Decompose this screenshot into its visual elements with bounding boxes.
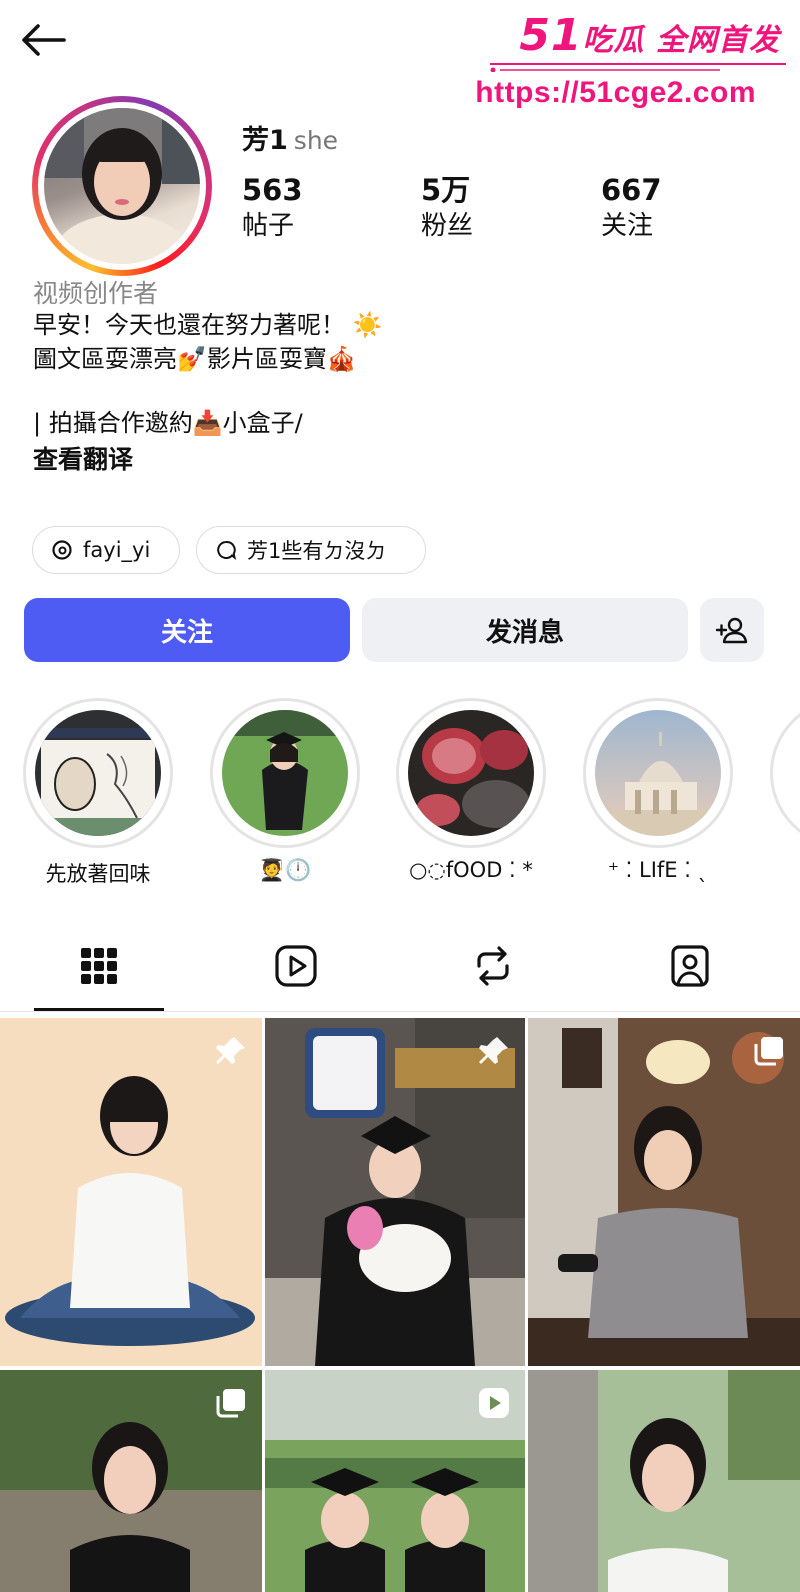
tab-reposts[interactable] bbox=[428, 936, 558, 996]
post-thumbnail[interactable] bbox=[528, 1370, 800, 1592]
highlight-cover bbox=[408, 710, 534, 836]
following-count: 667 bbox=[601, 173, 662, 207]
divider bbox=[0, 1011, 800, 1012]
pin-icon bbox=[216, 1037, 245, 1064]
post-thumbnail[interactable] bbox=[265, 1018, 525, 1366]
pin-icon bbox=[479, 1037, 508, 1064]
reposts-icon bbox=[477, 946, 509, 986]
posts-count: 563 bbox=[242, 173, 303, 207]
post-thumbnail[interactable] bbox=[528, 1018, 800, 1366]
highlight-item[interactable]: 🧑‍🎓🕛 bbox=[210, 698, 360, 883]
highlight-label: 先放著回味 bbox=[45, 862, 151, 886]
arrow-left-icon bbox=[22, 24, 66, 56]
channel-chip[interactable]: 芳1些有ㄉ沒ㄉ bbox=[196, 526, 426, 574]
highlight-label: ⁺ ⁚ LIfE ⁚ ˎ bbox=[607, 858, 709, 882]
profile-name: 芳1 she bbox=[242, 118, 338, 157]
posts-label: 帖子 bbox=[242, 211, 295, 241]
pronoun: she bbox=[293, 126, 339, 155]
bio-line: 圖文區耍漂亮💅影片區耍寶🎪 bbox=[33, 345, 357, 373]
post-thumbnail[interactable] bbox=[0, 1018, 262, 1366]
posts-stat[interactable]: 563 帖子 bbox=[242, 172, 382, 244]
carousel-icon bbox=[216, 1389, 245, 1418]
watermark-url: https://51cge2.com bbox=[475, 76, 756, 109]
suggest-users-button[interactable] bbox=[700, 598, 764, 662]
post-thumbnail[interactable] bbox=[0, 1370, 262, 1592]
highlight-item[interactable]: 先放著回味 bbox=[23, 698, 173, 888]
chat-bubble-icon bbox=[217, 540, 237, 561]
channel-chip-label: 芳1些有ㄉ沒ㄉ bbox=[247, 539, 387, 563]
bio-line: | 拍攝合作邀約📥小盒子/ bbox=[33, 409, 303, 437]
highlight-label: 🧑‍🎓🕛 bbox=[258, 858, 312, 882]
highlight-item[interactable]: ○◌fOOD ⁚ * bbox=[396, 698, 546, 882]
followers-stat[interactable]: 5万 粉丝 bbox=[421, 172, 561, 244]
avatar bbox=[44, 108, 200, 264]
bio-line: 早安！今天也還在努力著呢！ ☀️ bbox=[33, 311, 383, 339]
followers-count: 5万 bbox=[421, 173, 471, 207]
threads-chip[interactable]: fayi_yi bbox=[32, 526, 180, 574]
profile-category: 视频创作者 bbox=[33, 279, 159, 308]
tab-posts[interactable] bbox=[34, 936, 164, 996]
watermark-lines bbox=[490, 63, 786, 72]
following-label: 关注 bbox=[601, 211, 654, 241]
highlight-label: ○◌fOOD ⁚ * bbox=[409, 858, 533, 882]
add-user-icon bbox=[715, 617, 748, 644]
see-translation-link[interactable]: 查看翻译 bbox=[33, 440, 133, 476]
highlight-cover bbox=[222, 710, 348, 836]
message-button[interactable]: 发消息 bbox=[362, 598, 688, 662]
back-button[interactable] bbox=[20, 18, 76, 62]
tab-reels[interactable] bbox=[231, 936, 361, 996]
tagged-icon bbox=[671, 945, 709, 987]
tab-tagged[interactable] bbox=[625, 936, 755, 996]
username: 芳1 bbox=[242, 125, 288, 156]
following-stat[interactable]: 667 关注 bbox=[601, 172, 741, 244]
reel-icon bbox=[479, 1388, 509, 1418]
post-thumbnail[interactable] bbox=[265, 1370, 525, 1592]
highlight-cover bbox=[595, 710, 721, 836]
carousel-icon bbox=[754, 1037, 783, 1066]
followers-label: 粉丝 bbox=[421, 211, 474, 241]
highlight-cover bbox=[35, 710, 161, 836]
highlight-item-partial[interactable] bbox=[770, 698, 800, 848]
reels-icon bbox=[275, 945, 317, 987]
watermark-title: 51吃瓜 全网首发 bbox=[519, 10, 780, 61]
grid-icon bbox=[81, 948, 117, 984]
threads-chip-label: fayi_yi bbox=[83, 538, 151, 562]
profile-avatar-story-ring[interactable] bbox=[32, 96, 212, 276]
watermark: 51吃瓜 全网首发 https://51cge2.com bbox=[475, 8, 786, 116]
threads-icon bbox=[52, 540, 72, 560]
follow-button[interactable]: 关注 bbox=[24, 598, 350, 662]
highlight-item[interactable]: ⁺ ⁚ LIfE ⁚ ˎ bbox=[583, 698, 733, 882]
